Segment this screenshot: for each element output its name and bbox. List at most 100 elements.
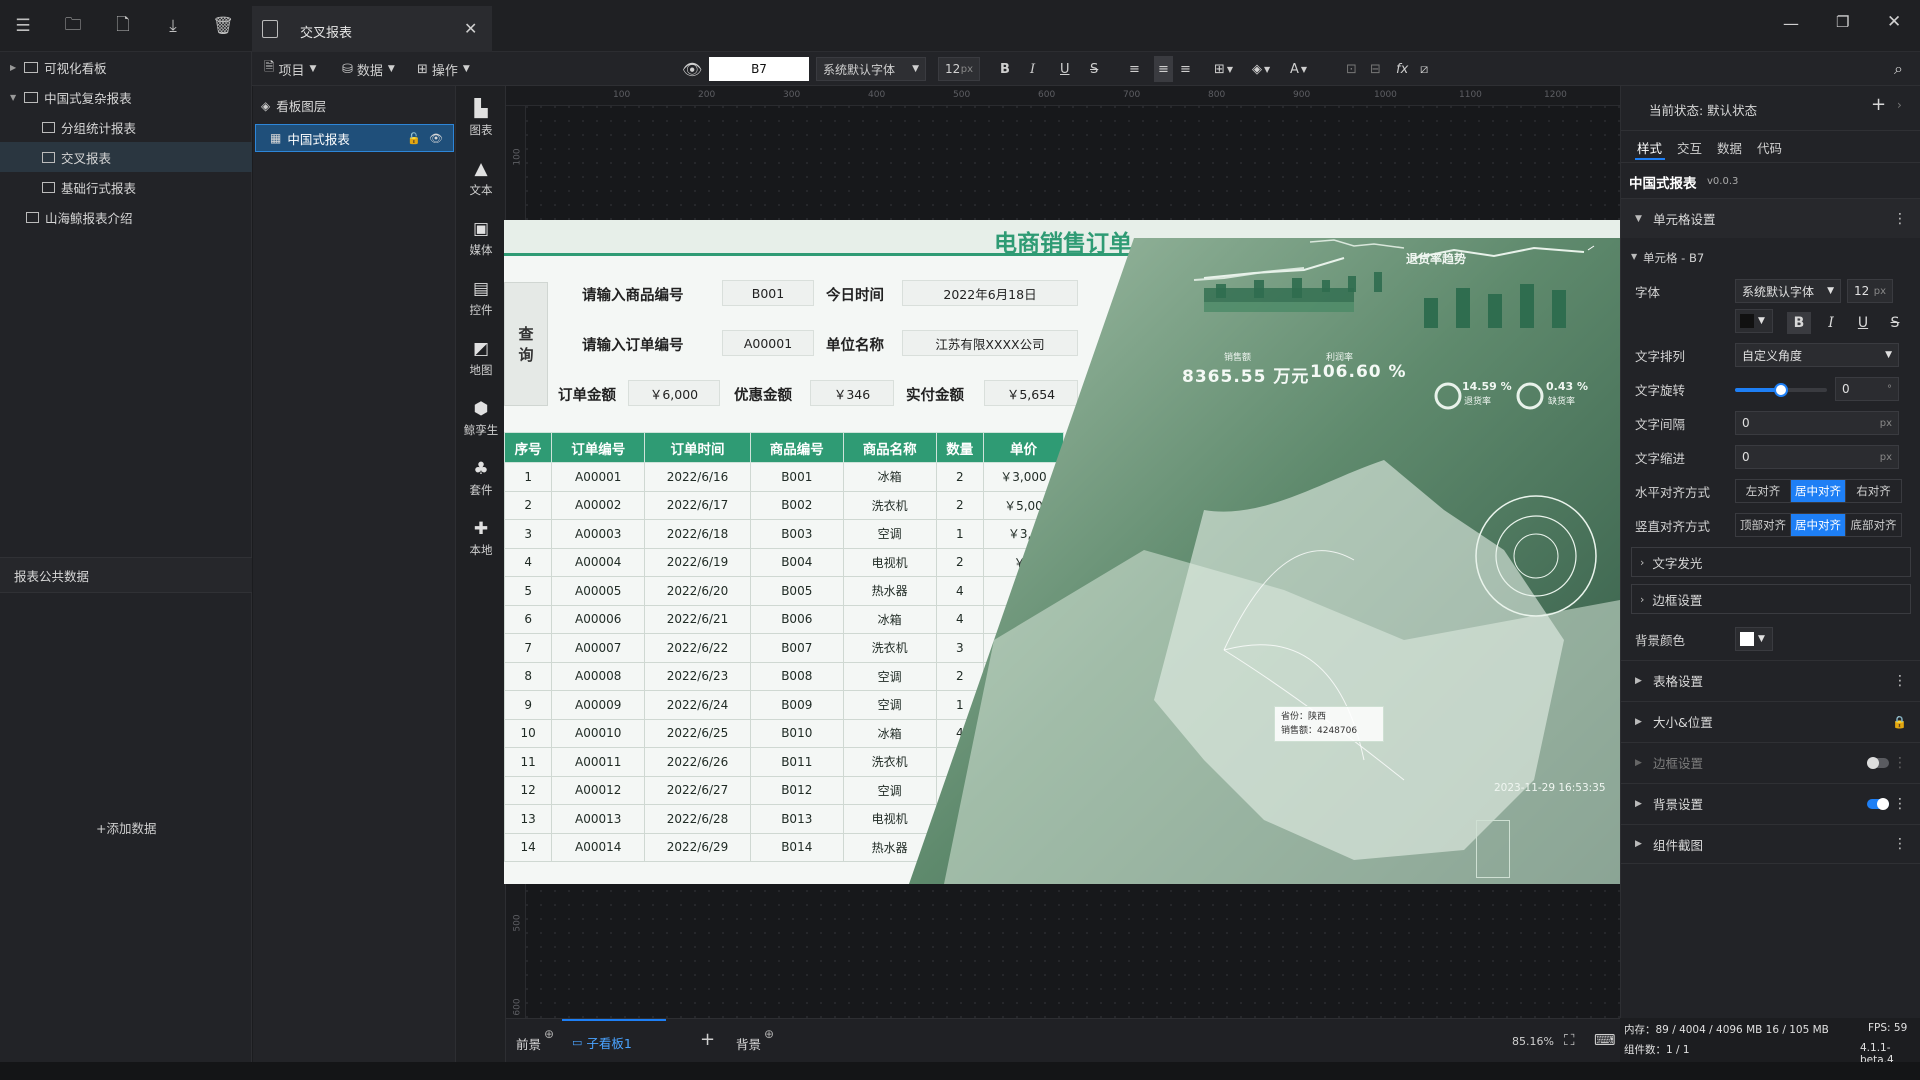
strike-button[interactable]: S	[1090, 56, 1098, 82]
h-align-center[interactable]: 居中对齐	[1791, 480, 1846, 502]
table-cell[interactable]: A00014	[551, 832, 646, 862]
table-cell[interactable]: B005	[749, 576, 844, 606]
italic-toggle[interactable]: I	[1819, 312, 1843, 334]
size-position-header[interactable]: ▶ 大小&位置 🔒	[1621, 701, 1920, 741]
query-button[interactable]: 查 询	[504, 282, 548, 406]
font-size-input[interactable]: 12 px	[938, 57, 980, 81]
menu-icon[interactable]: ☰	[8, 11, 38, 41]
close-window-icon[interactable]: ✕	[1887, 12, 1901, 32]
table-cell[interactable]: A00013	[551, 804, 646, 834]
table-cell[interactable]: B001	[749, 462, 844, 492]
align-left-icon[interactable]: ≡	[1129, 56, 1140, 82]
table-cell[interactable]: 2	[935, 661, 984, 691]
table-cell[interactable]: B014	[749, 832, 844, 862]
more-icon[interactable]: ⋮	[1893, 836, 1907, 852]
table-cell[interactable]: A00010	[551, 718, 646, 748]
table-cell[interactable]: 10	[504, 718, 553, 748]
tab-sub-board[interactable]: ▭ 子看板1	[562, 1019, 666, 1063]
tab-interaction[interactable]: 交互	[1677, 138, 1702, 157]
border-icon[interactable]: ⊞ ▼	[1214, 56, 1233, 82]
table-cell[interactable]: 2	[935, 490, 984, 520]
background-toggle[interactable]	[1867, 797, 1889, 810]
component-chart[interactable]: ▙ 图表	[456, 90, 506, 146]
table-cell[interactable]: 空调	[842, 661, 937, 691]
more-icon[interactable]: ⋮	[1893, 796, 1907, 812]
table-cell[interactable]: 1	[935, 519, 984, 549]
preview-eye-icon[interactable]: 👁	[682, 56, 702, 82]
table-cell[interactable]: 4	[935, 604, 984, 634]
table-cell[interactable]: A00005	[551, 576, 646, 606]
h-align-left[interactable]: 左对齐	[1736, 480, 1791, 502]
italic-button[interactable]: I	[1030, 56, 1035, 82]
align-center-icon[interactable]: ≡	[1154, 56, 1173, 82]
table-cell[interactable]: 2022/6/23	[644, 661, 751, 691]
unlock-icon[interactable]: 🔓	[407, 132, 421, 145]
component-map[interactable]: ◩ 地图	[456, 330, 506, 386]
clear-format-icon[interactable]: ⧄	[1420, 56, 1428, 82]
visible-eye-icon[interactable]: 👁	[429, 132, 443, 145]
table-cell[interactable]: A00006	[551, 604, 646, 634]
table-cell[interactable]: 电视机	[842, 804, 937, 834]
add-background-icon[interactable]: ⊕	[764, 1027, 774, 1041]
tab-style[interactable]: 样式	[1637, 138, 1662, 157]
table-cell[interactable]: 2022/6/22	[644, 633, 751, 663]
tab-cross-report[interactable]: 交叉报表 ✕	[252, 6, 492, 52]
chevron-right-icon[interactable]: ›	[1897, 98, 1902, 112]
table-cell[interactable]: 2	[504, 490, 553, 520]
tab-code[interactable]: 代码	[1757, 138, 1782, 157]
table-cell[interactable]: 9	[504, 690, 553, 720]
table-cell[interactable]: B003	[749, 519, 844, 549]
project-menu[interactable]: 🗎 项目 ▼	[264, 56, 316, 82]
search-icon[interactable]: ⌕	[1894, 56, 1903, 82]
more-icon[interactable]: ⋮	[1893, 211, 1907, 227]
component-twin[interactable]: ⬢ 鲸孪生	[456, 390, 506, 446]
table-cell[interactable]: 2022/6/20	[644, 576, 751, 606]
table-cell[interactable]: B009	[749, 690, 844, 720]
tab-close-icon[interactable]: ✕	[464, 19, 477, 38]
h-align-right[interactable]: 右对齐	[1846, 480, 1901, 502]
formula-button[interactable]: fx	[1396, 56, 1408, 82]
tab-background[interactable]: 背景	[736, 1034, 761, 1053]
report-preview[interactable]: 电商销售订单 查 询 请输入商品编号 B001 今日时间 2022年6月18日 …	[504, 220, 1620, 884]
table-cell[interactable]: B008	[749, 661, 844, 691]
strike-toggle[interactable]: S	[1883, 312, 1907, 334]
table-cell[interactable]: 4	[504, 547, 553, 577]
component-media[interactable]: ▣ 媒体	[456, 210, 506, 266]
font-family-select[interactable]: 系统默认字体 ▼	[1735, 279, 1841, 303]
table-settings-header[interactable]: ▶ 表格设置 ⋮	[1621, 660, 1920, 700]
add-data-button[interactable]: +添加数据	[96, 818, 156, 837]
table-cell[interactable]: A00008	[551, 661, 646, 691]
fill-color-icon[interactable]: ◈ ▼	[1252, 56, 1270, 82]
table-cell[interactable]: 12	[504, 775, 553, 805]
table-cell[interactable]: 11	[504, 747, 553, 777]
table-cell[interactable]: 8	[504, 661, 553, 691]
table-cell[interactable]: 电视机	[842, 547, 937, 577]
bold-button[interactable]: B	[1000, 56, 1010, 82]
table-cell[interactable]: A00004	[551, 547, 646, 577]
new-file-icon[interactable]: 🗋	[108, 11, 138, 41]
table-cell[interactable]: B012	[749, 775, 844, 805]
folder-icon[interactable]: 🗀	[58, 11, 88, 41]
text-arrange-select[interactable]: 自定义角度 ▼	[1735, 343, 1899, 367]
table-cell[interactable]: 5	[504, 576, 553, 606]
indent-input[interactable]: 0 px	[1735, 445, 1899, 469]
tree-item-cross-report[interactable]: 交叉报表	[0, 142, 252, 172]
component-suite[interactable]: ♣ 套件	[456, 450, 506, 506]
table-cell[interactable]: A00007	[551, 633, 646, 663]
tree-item-visual-board[interactable]: ▶ 可视化看板	[0, 52, 252, 82]
border-settings-header[interactable]: ▶ 边框设置 ⋮	[1621, 742, 1920, 782]
table-cell[interactable]: 2	[935, 547, 984, 577]
download-icon[interactable]: ⤓	[158, 11, 188, 41]
v-align-middle[interactable]: 居中对齐	[1791, 514, 1846, 536]
table-cell[interactable]: B011	[749, 747, 844, 777]
table-cell[interactable]: A00012	[551, 775, 646, 805]
table-cell[interactable]: 空调	[842, 775, 937, 805]
add-foreground-icon[interactable]: ⊕	[544, 1027, 554, 1041]
table-cell[interactable]: 1	[504, 462, 553, 492]
table-cell[interactable]: A00009	[551, 690, 646, 720]
table-cell[interactable]: 空调	[842, 690, 937, 720]
table-cell[interactable]: B004	[749, 547, 844, 577]
table-cell[interactable]: 空调	[842, 519, 937, 549]
bold-toggle[interactable]: B	[1787, 312, 1811, 334]
component-text[interactable]: ▲ 文本	[456, 150, 506, 206]
